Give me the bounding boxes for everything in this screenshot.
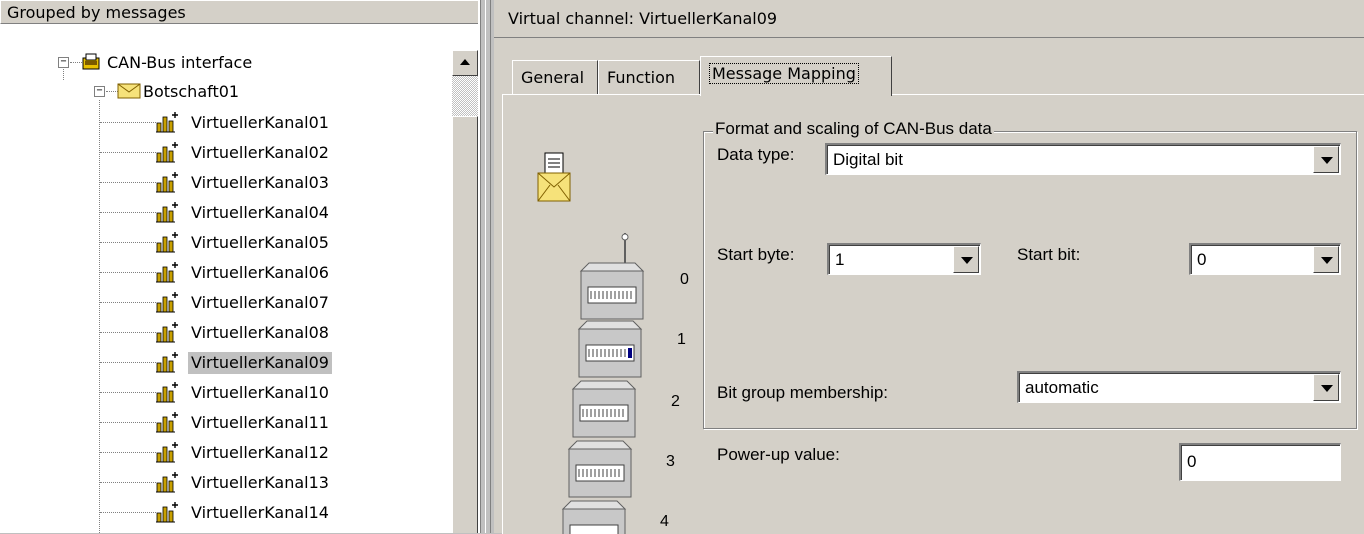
tree-item-channel[interactable]: VirtuellerKanal04 <box>188 200 332 224</box>
tree-item-label: VirtuellerKanal03 <box>191 172 329 192</box>
virtual-channel-icon <box>156 352 178 373</box>
chevron-down-icon[interactable] <box>1313 246 1339 273</box>
tree-item-can-bus-interface[interactable]: CAN-Bus interface <box>104 50 255 74</box>
power-up-label: Power-up value: <box>717 445 840 464</box>
start-byte-dropdown[interactable]: 1 <box>827 243 981 275</box>
tree-item-channel[interactable]: VirtuellerKanal11 <box>188 410 332 434</box>
virtual-channel-icon <box>156 232 178 253</box>
collapse-message-button[interactable]: − <box>94 86 105 97</box>
tree-item-label: Botschaft01 <box>143 81 240 101</box>
tree-item-channel[interactable]: VirtuellerKanal09 <box>188 350 332 374</box>
tree-item-botschaft01[interactable]: Botschaft01 <box>140 79 242 103</box>
tree-item-channel[interactable]: VirtuellerKanal01 <box>188 110 332 134</box>
scroll-up-button[interactable] <box>452 50 478 76</box>
tree-item-label: VirtuellerKanal06 <box>191 262 329 282</box>
virtual-channel-icon <box>156 502 178 523</box>
pane-splitter[interactable] <box>480 0 494 533</box>
tree-item-label: VirtuellerKanal01 <box>191 112 329 132</box>
virtual-channel-icon <box>156 382 178 403</box>
tree-item-channel[interactable]: VirtuellerKanal05 <box>188 230 332 254</box>
tree-item-label: VirtuellerKanal09 <box>188 351 332 374</box>
virtual-channel-icon <box>156 262 178 283</box>
tree-item-label: VirtuellerKanal12 <box>191 442 329 462</box>
module-number: 0 <box>680 271 689 288</box>
virtual-channel-icon <box>156 412 178 433</box>
tree-item-label: VirtuellerKanal05 <box>191 232 329 252</box>
tree-item-channel[interactable]: VirtuellerKanal13 <box>188 470 332 494</box>
tree-item-channel[interactable]: VirtuellerKanal14 <box>188 500 332 524</box>
message-letter-icon <box>537 152 571 202</box>
properties-pane: Virtual channel: VirtuellerKanal09 Gener… <box>494 0 1364 534</box>
tree-item-channel[interactable]: VirtuellerKanal07 <box>188 290 332 314</box>
chevron-down-icon[interactable] <box>1313 374 1339 401</box>
tree-pane: Grouped by messages − CAN-Bus interface … <box>0 0 480 533</box>
collapse-root-button[interactable]: − <box>58 57 69 68</box>
tree-item-label: VirtuellerKanal14 <box>191 502 329 522</box>
chevron-down-icon[interactable] <box>1313 146 1339 173</box>
tree-item-channel[interactable]: VirtuellerKanal06 <box>188 260 332 284</box>
tree-item-label: VirtuellerKanal11 <box>191 412 329 432</box>
virtual-channel-icon <box>156 442 178 463</box>
bit-group-label: Bit group membership: <box>717 383 889 402</box>
data-type-dropdown[interactable]: Digital bit <box>825 143 1341 175</box>
message-mapping-page: 0 1 2 3 4 Format and scaling of CAN-Bus … <box>502 94 1364 534</box>
tab-message-mapping[interactable]: Message Mapping <box>700 56 892 96</box>
tab-general[interactable]: General <box>512 60 598 94</box>
tree-item-channel[interactable]: VirtuellerKanal03 <box>188 170 332 194</box>
virtual-channel-icon <box>156 112 178 133</box>
group-title: Format and scaling of CAN-Bus data <box>713 119 994 139</box>
tab-function[interactable]: Function <box>598 60 700 94</box>
tree-item-label: VirtuellerKanal07 <box>191 292 329 312</box>
module-stack-icon <box>561 233 645 534</box>
tree-item-channel[interactable]: VirtuellerKanal02 <box>188 140 332 164</box>
tree-line <box>99 100 100 533</box>
start-bit-dropdown[interactable]: 0 <box>1189 243 1341 275</box>
tree-header: Grouped by messages <box>0 0 478 24</box>
tree-item-label: VirtuellerKanal13 <box>191 472 329 492</box>
tree-item-label: VirtuellerKanal04 <box>191 202 329 222</box>
scroll-thumb[interactable] <box>452 116 478 533</box>
module-number: 2 <box>671 393 680 410</box>
virtual-channel-icon <box>156 172 178 193</box>
virtual-channel-icon <box>156 142 178 163</box>
tree-item-channel[interactable]: VirtuellerKanal10 <box>188 380 332 404</box>
tree-item-label: VirtuellerKanal08 <box>191 322 329 342</box>
envelope-icon <box>117 83 141 99</box>
virtual-channel-icon <box>156 202 178 223</box>
start-byte-label: Start byte: <box>717 245 795 264</box>
tree-item-label: VirtuellerKanal10 <box>191 382 329 402</box>
tree-item-channel[interactable]: VirtuellerKanal12 <box>188 440 332 464</box>
bit-group-dropdown[interactable]: automatic <box>1017 371 1341 403</box>
can-interface-icon <box>82 53 100 70</box>
data-type-label: Data type: <box>717 145 795 164</box>
virtual-channel-icon <box>156 472 178 493</box>
tree-item-label: CAN-Bus interface <box>107 52 253 72</box>
panel-title: Virtual channel: VirtuellerKanal09 <box>494 0 1364 38</box>
module-number: 1 <box>677 331 686 348</box>
tree-scrollbar[interactable] <box>452 50 478 533</box>
module-number: 3 <box>666 453 675 470</box>
start-bit-label: Start bit: <box>1017 245 1081 264</box>
module-number: 4 <box>660 513 669 530</box>
chevron-down-icon[interactable] <box>953 246 979 273</box>
tree-item-channel[interactable]: VirtuellerKanal08 <box>188 320 332 344</box>
virtual-channel-icon <box>156 292 178 313</box>
virtual-channel-icon <box>156 322 178 343</box>
power-up-input[interactable]: 0 <box>1179 443 1341 481</box>
tree-item-label: VirtuellerKanal02 <box>191 142 329 162</box>
